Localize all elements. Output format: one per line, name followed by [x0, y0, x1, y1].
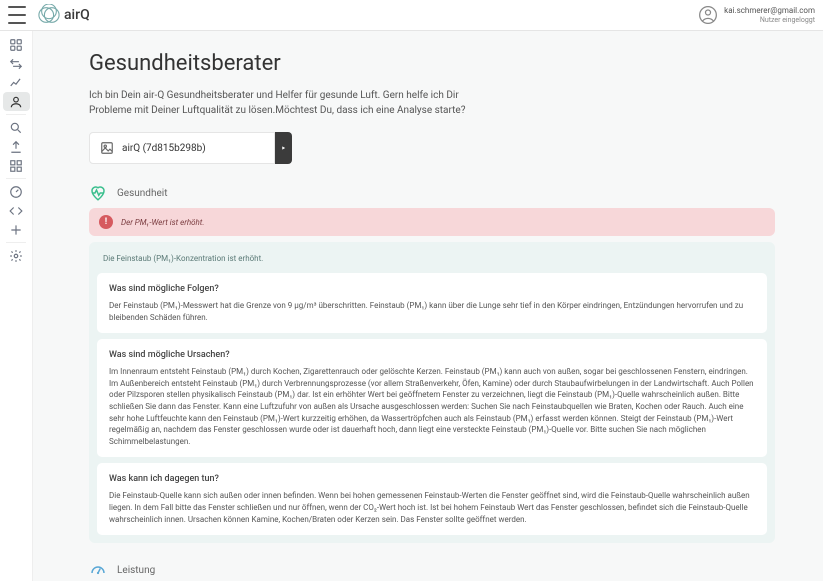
user-icon	[9, 95, 23, 109]
sidebar-item-chart[interactable]	[3, 73, 30, 92]
health-summary: Die Feinstaub (PM₁)-Konzentration ist er…	[97, 250, 767, 267]
search-icon	[9, 121, 23, 135]
sidebar-item-code[interactable]	[3, 201, 30, 220]
plus-icon	[9, 223, 23, 237]
card-title: Was sind mögliche Ursachen?	[109, 349, 755, 362]
upload-icon	[9, 140, 23, 154]
logo-icon	[38, 4, 60, 26]
heart-pulse-icon	[89, 184, 107, 202]
logo-text: airQ	[64, 7, 90, 23]
performance-section-title: Leistung	[117, 565, 155, 576]
sidebar-item-search[interactable]	[3, 118, 30, 137]
logo[interactable]: airQ	[38, 4, 90, 26]
account-circle-icon[interactable]	[698, 5, 718, 25]
dashboard-icon	[9, 38, 23, 52]
card-body: Im Innenraum entsteht Feinstaub (PM₁) du…	[109, 366, 755, 447]
gear-icon	[9, 249, 23, 263]
health-section-title: Gesundheit	[117, 188, 167, 199]
user-block[interactable]: kai.schmerer@gmail.com Nutzer eingeloggt	[724, 6, 815, 24]
grid-icon	[9, 159, 23, 173]
health-warning-banner: ! Der PM₁-Wert ist erhöht.	[89, 208, 775, 236]
user-status: Nutzer eingeloggt	[724, 16, 815, 24]
user-email: kai.schmerer@gmail.com	[724, 6, 815, 16]
warning-icon: !	[99, 215, 113, 229]
card-title: Was kann ich dagegen tun?	[109, 473, 755, 486]
health-card-causes: Was sind mögliche Ursachen? Im Innenraum…	[97, 339, 767, 457]
code-icon	[9, 204, 23, 218]
chart-icon	[9, 76, 23, 90]
health-details: Die Feinstaub (PM₁)-Konzentration ist er…	[89, 242, 775, 543]
gauge-icon	[9, 185, 23, 199]
health-section: Gesundheit ! Der PM₁-Wert ist erhöht. Di…	[89, 184, 775, 543]
sidebar-item-swap[interactable]	[3, 54, 30, 73]
sidebar-item-grid[interactable]	[3, 156, 30, 175]
main-content: Gesundheitsberater Ich bin Dein air-Q Ge…	[33, 31, 823, 581]
start-analysis-button[interactable]	[275, 132, 292, 164]
card-body: Die Feinstaub-Quelle kann sich außen ode…	[109, 490, 755, 525]
card-title: Was sind mögliche Folgen?	[109, 283, 755, 296]
card-body: Der Feinstaub (PM₁)-Messwert hat die Gre…	[109, 300, 755, 323]
device-selector[interactable]: airQ (7d815b298b)	[89, 132, 275, 164]
device-selector-value: airQ (7d815b298b)	[122, 143, 206, 154]
sidebar-item-dashboard[interactable]	[3, 35, 30, 54]
sidebar-item-upload[interactable]	[3, 137, 30, 156]
play-icon	[281, 144, 286, 152]
swap-icon	[9, 57, 23, 71]
sidebar-item-add[interactable]	[3, 220, 30, 239]
intro-text: Ich bin Dein air-Q Gesundheitsberater un…	[89, 88, 489, 118]
page-title: Gesundheitsberater	[89, 51, 775, 76]
sidebar-item-gauge[interactable]	[3, 182, 30, 201]
image-icon	[100, 141, 114, 155]
sidebar-item-advisor[interactable]	[3, 92, 30, 111]
topbar: airQ kai.schmerer@gmail.com Nutzer einge…	[0, 0, 823, 31]
performance-section: Leistung i Es sind keine Grenzwerte über…	[89, 561, 775, 581]
menu-toggle[interactable]	[8, 6, 26, 24]
health-card-consequences: Was sind mögliche Folgen? Der Feinstaub …	[97, 273, 767, 333]
sidebar-item-settings[interactable]	[3, 246, 30, 265]
health-warning-text: Der PM₁-Wert ist erhöht.	[121, 218, 204, 227]
speedometer-icon	[89, 561, 107, 579]
sidebar	[0, 31, 33, 581]
health-card-actions: Was kann ich dagegen tun? Die Feinstaub-…	[97, 463, 767, 535]
device-selector-row: airQ (7d815b298b)	[89, 132, 775, 164]
